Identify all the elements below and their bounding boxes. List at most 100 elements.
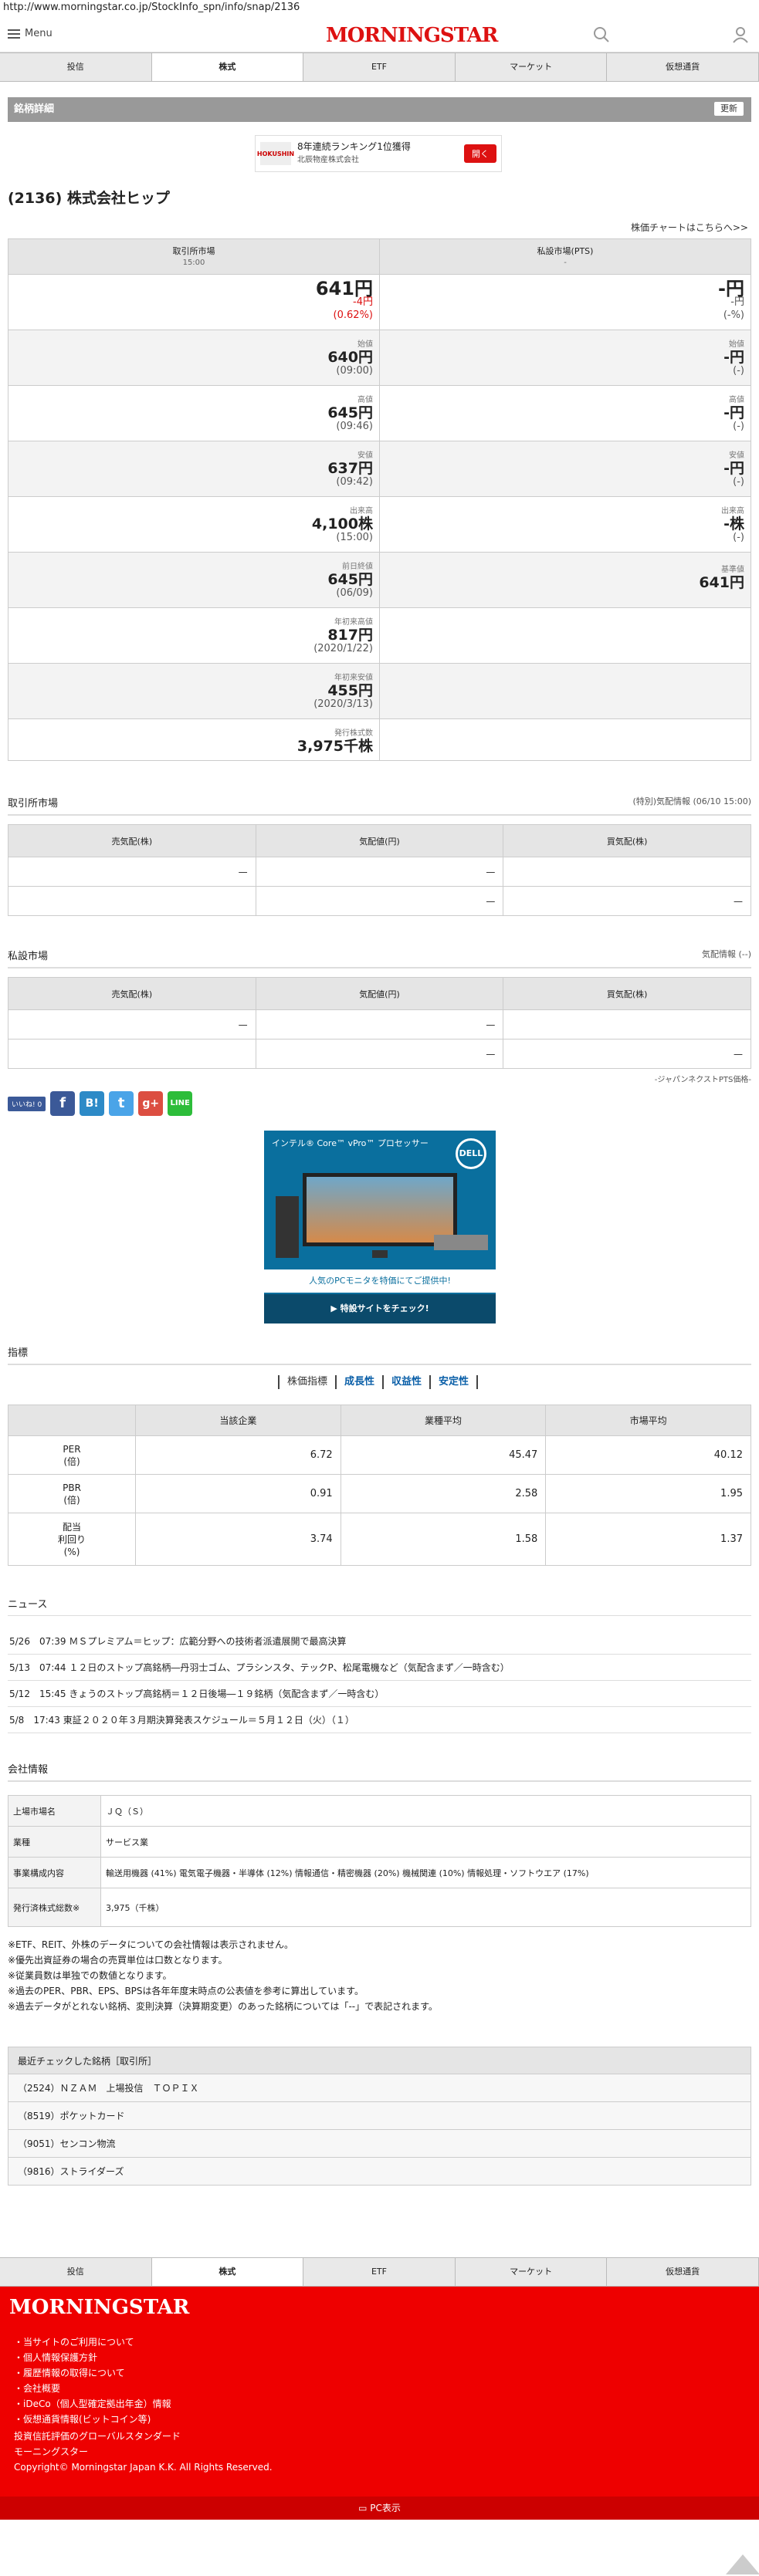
price-head-left: 取引所市場 15:00 (8, 238, 380, 275)
footer-link[interactable]: ・履歴情報の取得について (14, 2365, 171, 2381)
indicator-tabs: 株価指標 成長性 収益性 安定性 (278, 1375, 479, 1389)
footer-copyright: 投資信託評価のグローバルスタンダード モーニングスター Copyright© Mor… (14, 2431, 273, 2473)
footer-link[interactable]: ・当サイトのご利用について (14, 2334, 171, 2350)
tab-stocks[interactable]: 株式 (151, 2257, 304, 2286)
current-price: 641円 -4円 (0.62%) (8, 274, 380, 330)
private-section-title: 私設市場 気配情報 (--) (8, 948, 751, 969)
page-top-arrow-icon[interactable] (726, 2554, 759, 2574)
private-orderbook: 売気配(株) 気配値(円) 買気配(株) — — — — (8, 977, 751, 1069)
prev-close: 前日終値 645円 (06/09) (8, 552, 380, 608)
recent-item[interactable]: （2524）ＮＺＡＭ 上場投信 ＴＯＰＩＸ (8, 2074, 751, 2102)
col-sell: 売気配(株) (8, 977, 256, 1010)
empty-cell (379, 663, 751, 719)
pts-volume: 出来高 -株 (-) (379, 496, 751, 553)
monitor-stand (372, 1250, 388, 1258)
ad2-message: 人気のPCモニタを特価にてご提供中! (264, 1269, 496, 1293)
footer-link[interactable]: ・iDeCo（個人型確定拠出年金）情報 (14, 2396, 171, 2412)
ad-dell[interactable]: インテル® Core™ vPro™ プロセッサー DELL 人気のPCモニタを特… (264, 1131, 496, 1323)
col-market: 市場平均 (545, 1405, 751, 1436)
update-button[interactable]: 更新 (714, 102, 744, 116)
twitter-icon[interactable]: t (109, 1091, 134, 1116)
news-item[interactable]: 5/26 07:39 ＭＳプレミアム＝ヒップ：広範分野への技術者派遣展開で最高決… (8, 1628, 751, 1655)
site-header: Menu MORNINGSTAR (0, 17, 759, 52)
ad-logo: HOKUSHIN (257, 142, 294, 165)
notes: ※ETF、REIT、外株のデータについての会社情報は表示されません。 ※優先出資証… (8, 1939, 438, 2012)
col-industry: 業種平均 (340, 1405, 547, 1436)
pts-open-price: 始値 -円 (-) (379, 330, 751, 386)
facebook-icon[interactable]: f (50, 1091, 76, 1116)
hatena-icon[interactable]: B! (80, 1091, 105, 1116)
news-item[interactable]: 5/8 17:43 東証２０２０年３月期決算発表スケジュール＝５月１２日（火）（… (8, 1707, 751, 1733)
ad-banner[interactable]: HOKUSHIN 8年連続ランキング1位獲得 北辰物産株式会社 開く (255, 135, 502, 172)
hamburger-icon (8, 29, 20, 39)
ad-open-button[interactable]: 開く (464, 144, 496, 163)
volume: 出来高 4,100株 (15:00) (8, 496, 380, 553)
ytd-low: 年初来安値 455円 (2020/3/13) (8, 663, 380, 719)
news-item[interactable]: 5/13 07:44 １２日のストップ高銘柄―丹羽士ゴム、プラシンスタ、テックP… (8, 1655, 751, 1681)
news-item[interactable]: 5/12 15:45 きょうのストップ高銘柄＝１２日後場―１９銘柄（気配含まず／… (8, 1681, 751, 1707)
footer-logo[interactable]: MORNINGSTAR (9, 2296, 189, 2319)
exchange-orderbook: 売気配(株) 気配値(円) 買気配(株) — — — — (8, 824, 751, 916)
footer-links: ・当サイトのご利用について ・個人情報保護方針 ・履歴情報の取得について ・会社… (14, 2334, 171, 2427)
google-plus-icon[interactable]: g+ (138, 1091, 164, 1116)
ad-company: 北辰物産株式会社 (297, 156, 359, 164)
tab-stability[interactable]: 安定性 (429, 1375, 479, 1389)
indicators-table: 当該企業 業種平均 市場平均 PER (倍) 6.72 45.47 40.12 PBR (… (8, 1405, 751, 1566)
shares-outstanding: 発行株式数 3,975千株 (8, 718, 380, 761)
top-tabs: 投信 株式 ETF マーケット 仮想通貨 (0, 52, 759, 82)
col-buy: 買気配(株) (503, 824, 751, 857)
exchange-section-title: 取引所市場 (特別)気配情報 (06/10 15:00) (8, 795, 751, 816)
user-icon[interactable] (732, 26, 749, 43)
price-head-right: 私設市場(PTS) - (379, 238, 751, 275)
bottom-tabs: 投信 株式 ETF マーケット 仮想通貨 (0, 2257, 759, 2287)
section-title: 銘柄詳細 (14, 103, 55, 115)
company-table: 上場市場名 ＪＱ（Ｓ） 業種 サービス業 事業構成内容 輸送用機器 (41%) 電気電… (8, 1795, 751, 1927)
company-title: 会社情報 (8, 1761, 751, 1782)
col-sell: 売気配(株) (8, 824, 256, 857)
table-row: — — (8, 886, 751, 916)
pts-current-price: -円 -円 (-%) (379, 274, 751, 330)
ad2-cta-button[interactable]: ▶ 特設サイトをチェック! (264, 1294, 496, 1323)
tab-profitability[interactable]: 収益性 (382, 1375, 432, 1389)
menu-button[interactable]: Menu (8, 28, 53, 39)
table-row: PBR (倍) 0.91 2.58 1.95 (8, 1474, 751, 1513)
tab-crypto[interactable]: 仮想通貨 (606, 52, 759, 81)
tab-crypto[interactable]: 仮想通貨 (606, 2257, 759, 2286)
tab-stocks[interactable]: 株式 (151, 52, 304, 81)
tab-valuation[interactable]: 株価指標 (278, 1375, 337, 1389)
table-row: 上場市場名 ＪＱ（Ｓ） (8, 1795, 751, 1827)
recent-stocks: 最近チェックした銘柄［取引所］ （2524）ＮＺＡＭ 上場投信 ＴＯＰＩＸ （8… (8, 2047, 751, 2186)
logo[interactable]: MORNINGSTAR (326, 24, 498, 47)
tab-etf[interactable]: ETF (303, 52, 456, 81)
desktop-image (276, 1196, 299, 1258)
line-icon[interactable]: LINE (168, 1091, 193, 1116)
private-quote-info: 気配情報 (--) (701, 949, 751, 959)
indicators-title: 指標 (8, 1344, 751, 1365)
recent-item[interactable]: （9816）ストライダーズ (8, 2158, 751, 2186)
fb-like-button[interactable]: いいね! 0 (8, 1096, 46, 1111)
pc-view-button[interactable]: ▭ PC表示 (0, 2497, 759, 2520)
tab-funds[interactable]: 投信 (0, 2257, 152, 2286)
recent-title: 最近チェックした銘柄［取引所］ (8, 2047, 751, 2074)
recent-item[interactable]: （9051）センコン物流 (8, 2130, 751, 2158)
search-icon[interactable] (593, 26, 610, 43)
open-price: 始値 640円 (09:00) (8, 330, 380, 386)
tab-growth[interactable]: 成長性 (335, 1375, 385, 1389)
tab-funds[interactable]: 投信 (0, 52, 152, 81)
table-row: — — (8, 857, 751, 887)
footer-link[interactable]: ・仮想通貨情報(ビットコイン等) (14, 2412, 171, 2427)
pts-base-price: 基準値 641円 (379, 552, 751, 608)
pts-high-price: 高値 -円 (-) (379, 385, 751, 441)
footer-link[interactable]: ・個人情報保護方針 (14, 2350, 171, 2365)
table-row: 業種 サービス業 (8, 1826, 751, 1858)
menu-label: Menu (25, 28, 53, 39)
url-bar[interactable]: http://www.morningstar.co.jp/StockInfo_s… (0, 0, 759, 17)
footer-link[interactable]: ・会社概要 (14, 2381, 171, 2396)
tab-market[interactable]: マーケット (454, 2257, 608, 2286)
tab-market[interactable]: マーケット (454, 52, 608, 81)
tab-etf[interactable]: ETF (303, 2257, 456, 2286)
recent-item[interactable]: （8519）ポケットカード (8, 2102, 751, 2130)
ad-title: 8年連続ランキング1位獲得 (297, 141, 411, 152)
chart-link[interactable]: 株価チャートはこちらへ>> (631, 221, 748, 234)
table-row: PER (倍) 6.72 45.47 40.12 (8, 1435, 751, 1475)
